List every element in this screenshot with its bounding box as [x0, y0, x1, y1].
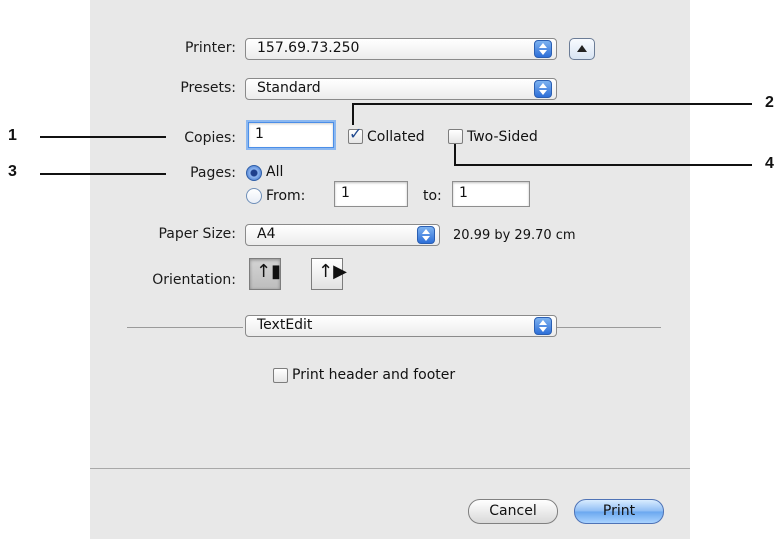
pages-all-label: All — [266, 164, 284, 180]
callout-line-4-vertical — [454, 144, 456, 166]
callout-number-4: 4 — [765, 155, 774, 172]
callout-line-1 — [40, 136, 166, 138]
printer-popup[interactable]: 157.69.73.250 — [245, 38, 557, 60]
up-triangle-icon — [577, 45, 587, 52]
collated-label: Collated — [367, 129, 425, 145]
popup-arrows-icon — [534, 40, 552, 58]
callout-line-4 — [454, 164, 752, 166]
portrait-icon: ↑▮ — [256, 261, 281, 282]
header-footer-label: Print header and footer — [292, 367, 456, 383]
printer-value: 157.69.73.250 — [257, 40, 360, 56]
pages-all-radio[interactable] — [246, 165, 262, 181]
popup-arrows-icon — [534, 80, 552, 98]
collated-checkbox[interactable] — [348, 124, 363, 144]
paper-size-popup[interactable]: A4 — [245, 224, 440, 246]
orientation-label: Orientation: — [152, 272, 236, 288]
paper-dimensions: 20.99 by 29.70 cm — [453, 228, 576, 243]
presets-label: Presets: — [180, 80, 236, 96]
two-sided-checkbox[interactable] — [448, 129, 463, 144]
callout-number-3: 3 — [8, 163, 17, 180]
landscape-icon: ↑▶ — [318, 261, 347, 282]
two-sided-label: Two-Sided — [467, 129, 538, 145]
pages-from-value: 1 — [341, 185, 350, 201]
presets-popup[interactable]: Standard — [245, 78, 557, 100]
pages-to-input[interactable]: 1 — [452, 181, 530, 207]
callout-number-1: 1 — [8, 127, 17, 144]
paper-size-value: A4 — [257, 226, 276, 242]
pages-to-label: to: — [423, 188, 442, 204]
pages-to-value: 1 — [459, 185, 468, 201]
landscape-orientation-button[interactable]: ↑▶ — [311, 258, 347, 290]
pages-from-input[interactable]: 1 — [334, 181, 408, 207]
presets-value: Standard — [257, 80, 321, 96]
disclosure-button[interactable] — [569, 38, 595, 60]
section-divider-left — [127, 327, 243, 328]
callout-line-3 — [40, 173, 166, 175]
paper-size-label: Paper Size: — [158, 226, 236, 242]
section-divider-right — [555, 327, 661, 328]
pages-from-radio[interactable] — [246, 188, 262, 204]
cancel-button[interactable]: Cancel — [468, 499, 558, 524]
header-footer-checkbox[interactable] — [273, 368, 288, 383]
print-button[interactable]: Print — [574, 499, 664, 524]
callout-line-2-vertical — [352, 103, 354, 125]
copies-value: 1 — [255, 126, 264, 142]
app-settings-value: TextEdit — [257, 317, 313, 333]
portrait-orientation-button[interactable]: ↑▮ — [249, 258, 281, 290]
app-settings-popup[interactable]: TextEdit — [245, 315, 557, 337]
callout-line-2 — [352, 103, 752, 105]
callout-number-2: 2 — [765, 94, 774, 111]
bottom-divider — [90, 468, 690, 469]
copies-input[interactable]: 1 — [248, 122, 334, 148]
printer-label: Printer: — [184, 40, 236, 56]
copies-label: Copies: — [184, 130, 236, 146]
popup-arrows-icon — [534, 317, 552, 335]
popup-arrows-icon — [417, 226, 435, 244]
pages-from-label: From: — [266, 188, 306, 204]
pages-label: Pages: — [190, 165, 236, 181]
